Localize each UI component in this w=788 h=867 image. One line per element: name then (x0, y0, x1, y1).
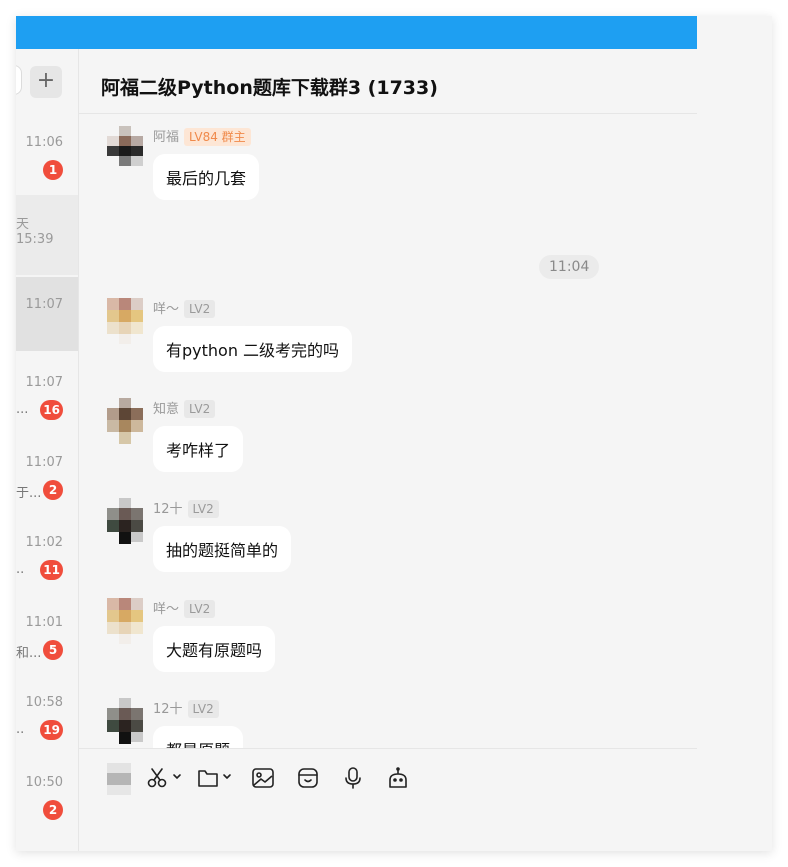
right-panel-strip (697, 16, 772, 851)
sender-line: 12十 LV2 (153, 698, 219, 718)
title-bar (16, 16, 697, 49)
self-avatar[interactable] (107, 763, 131, 795)
conversation-time: 11:02 (25, 535, 63, 550)
conversation-item[interactable]: 10:58 .. 19 (16, 675, 78, 755)
message-bubble[interactable]: 大题有原题吗 (153, 626, 276, 672)
conversation-item[interactable]: 天15:39 (16, 195, 78, 275)
unread-badge: 16 (40, 400, 63, 420)
message-bubble[interactable]: 有python 二级考完的吗 (153, 326, 353, 372)
message-bubble[interactable]: 抽的题挺简单的 (153, 526, 292, 572)
sender-name[interactable]: 咩～ (153, 602, 179, 617)
sender-line: 咩～ LV2 (153, 598, 216, 618)
conversation-time: 11:01 (25, 615, 63, 630)
chat-header: 阿福二级Python题库下载群3 (1733) (79, 49, 697, 114)
unread-badge: 5 (43, 640, 63, 660)
sender-name[interactable]: 12十 (153, 502, 183, 517)
avatar[interactable] (107, 698, 143, 744)
conversation-time: 10:58 (25, 695, 63, 710)
plus-icon: + (36, 68, 56, 93)
image-icon[interactable] (251, 766, 275, 790)
conversation-snippet: .. (16, 722, 25, 737)
conversation-time: 11:07 (25, 455, 63, 470)
conversation-snippet: ... (16, 402, 29, 417)
conversation-item[interactable]: 11:07 ... 16 (16, 355, 78, 435)
message-bubble[interactable]: 最后的几套 (153, 154, 260, 200)
sender-name[interactable]: 12十 (153, 702, 183, 717)
conversation-snippet: .. (16, 562, 25, 577)
unread-badge: 2 (43, 480, 63, 500)
sender-name[interactable]: 阿福 (153, 130, 179, 145)
sender-line: 阿福 LV84 群主 (153, 126, 251, 146)
level-badge: LV2 (184, 300, 216, 318)
avatar[interactable] (107, 598, 143, 644)
level-badge: LV2 (184, 400, 216, 418)
folder-icon[interactable] (197, 766, 237, 790)
sender-line: 咩～ LV2 (153, 298, 216, 318)
conversation-item[interactable]: 11:07 于... 2 (16, 435, 78, 515)
microphone-icon[interactable] (341, 766, 365, 790)
conversation-snippet: 和... (16, 646, 42, 661)
unread-badge: 1 (43, 160, 63, 180)
level-badge: LV2 (184, 600, 216, 618)
unread-badge: 11 (40, 560, 63, 580)
sender-name[interactable]: 咩～ (153, 302, 179, 317)
conversation-item[interactable]: 10:50 2 (16, 755, 78, 835)
level-badge: LV2 (187, 500, 219, 518)
add-button[interactable]: + (30, 66, 62, 98)
conversation-item-active[interactable]: 11:07 (16, 277, 78, 351)
message-list[interactable]: 阿福 LV84 群主 最后的几套 11:04 咩～ LV2 有python 二级… (79, 114, 697, 748)
conversation-item[interactable]: 11:06 1 (16, 115, 78, 195)
sender-line: 12十 LV2 (153, 498, 219, 518)
conversation-time: 天15:39 (16, 217, 54, 247)
sender-line: 知意 LV2 (153, 398, 216, 418)
avatar[interactable] (107, 498, 143, 544)
conversation-time: 11:07 (25, 375, 63, 390)
level-badge: LV84 群主 (184, 128, 251, 146)
avatar[interactable] (107, 126, 143, 166)
conversation-time: 11:06 (25, 135, 63, 150)
scissors-icon[interactable] (147, 766, 187, 790)
sticker-icon[interactable] (296, 766, 320, 790)
conversation-snippet: 于... (16, 486, 42, 501)
message-bubble[interactable]: 考咋样了 (153, 426, 244, 472)
conversation-time: 11:07 (25, 297, 63, 312)
chat-title: 阿福二级Python题库下载群3 (1733) (101, 77, 438, 99)
conversation-time: 10:50 (25, 775, 63, 790)
conversation-item[interactable]: 11:01 和... 5 (16, 595, 78, 675)
sender-name[interactable]: 知意 (153, 402, 179, 417)
avatar[interactable] (107, 298, 143, 344)
avatar[interactable] (107, 398, 143, 444)
message-bubble[interactable]: 都是原题 (153, 726, 244, 748)
input-toolbar (79, 748, 697, 851)
robot-icon[interactable] (386, 766, 410, 790)
chat-window: + 11:06 1 天15:39 11:07 11:07 ... 16 11:0… (16, 16, 772, 851)
unread-badge: 19 (40, 720, 63, 740)
unread-badge: 2 (43, 800, 63, 820)
time-separator: 11:04 (539, 255, 600, 279)
level-badge: LV2 (187, 700, 219, 718)
conversation-item[interactable]: 11:02 .. 11 (16, 515, 78, 595)
search-input[interactable] (16, 65, 22, 95)
conversation-sidebar: + 11:06 1 天15:39 11:07 11:07 ... 16 11:0… (16, 49, 79, 851)
